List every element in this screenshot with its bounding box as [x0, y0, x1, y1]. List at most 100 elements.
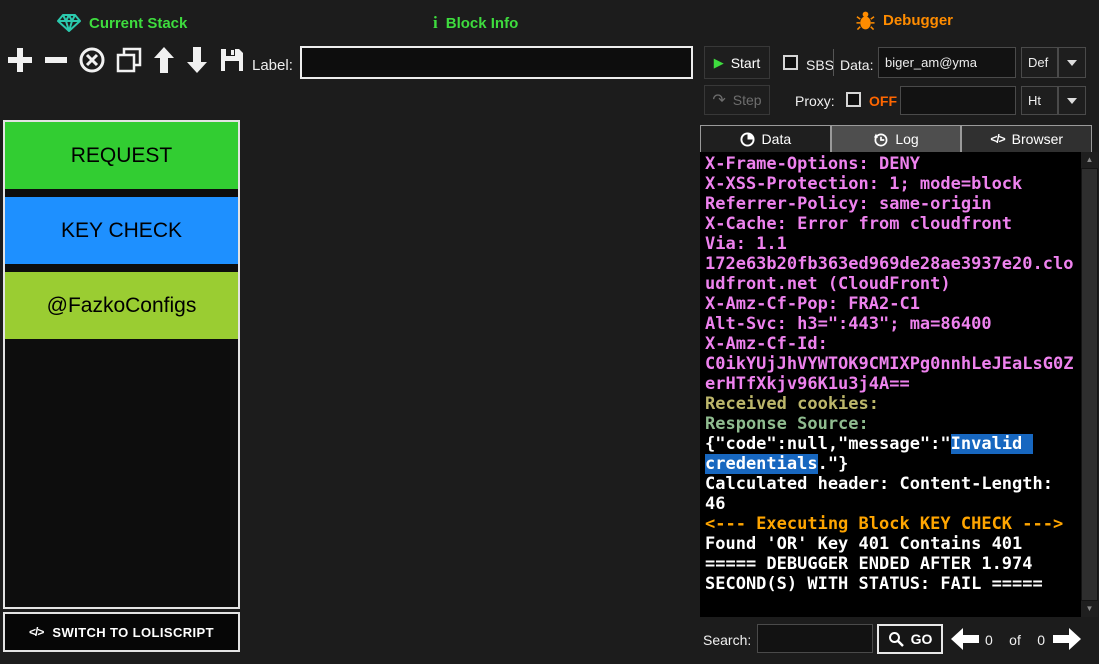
play-icon: ▶ [714, 55, 724, 71]
log-line: Found 'OR' Key 401 Contains 401 [705, 534, 1077, 554]
search-label: Search: [703, 632, 751, 648]
log-line: X-Cache: Error from cloudfront [705, 214, 1077, 234]
log-line: X-Amz-Cf-Id: C0ikYUjJhVYWTOK9CMIXPg0nnhL… [705, 334, 1077, 394]
add-block-button[interactable] [6, 46, 34, 74]
go-button-label: GO [911, 631, 933, 647]
log-line: Response Source: [705, 414, 1077, 434]
stack-block[interactable]: KEY CHECK [5, 197, 238, 264]
proxy-label: Proxy: [795, 93, 835, 109]
proxy-checkbox[interactable] [846, 92, 861, 107]
proxy-input[interactable] [900, 86, 1016, 115]
arrow-down-icon [185, 46, 209, 74]
debugger-tabs: Data Log </> Browser [700, 125, 1092, 152]
step-arrow-icon: ↷ [712, 90, 725, 110]
block-info-title: Block Info [446, 15, 519, 32]
code-icon: </> [990, 132, 1004, 146]
gem-icon [57, 13, 81, 33]
scroll-up-button[interactable]: ▲ [1081, 152, 1098, 168]
scrollbar-thumb[interactable] [1082, 169, 1097, 600]
disable-block-button[interactable] [78, 46, 106, 74]
sbs-checkbox[interactable] [783, 55, 798, 70]
tab-browser-label: Browser [1012, 131, 1063, 147]
log-line: X-Frame-Options: DENY [705, 154, 1077, 174]
stack-block-label: REQUEST [71, 144, 173, 168]
start-button[interactable]: ▶ Start [704, 46, 770, 79]
stack-block[interactable]: @FazkoConfigs [5, 272, 238, 339]
info-icon: i [433, 13, 438, 33]
debugger-title: Debugger [883, 12, 953, 29]
log-line: Alt-Svc: h3=":443"; ma=86400 [705, 314, 1077, 334]
arrow-left-icon [950, 627, 980, 651]
clone-icon [115, 46, 143, 74]
proxy-type-dropdown-button[interactable] [1058, 86, 1086, 115]
move-down-button[interactable] [185, 46, 209, 74]
stack-panel: REQUEST KEY CHECK @FazkoConfigs [3, 120, 240, 609]
search-icon [888, 631, 904, 647]
code-icon: </> [29, 625, 43, 639]
search-input[interactable] [757, 624, 873, 653]
step-button[interactable]: ↷ Step [704, 85, 770, 115]
chevron-down-icon [1067, 60, 1077, 66]
remove-block-button[interactable] [43, 46, 69, 74]
arrow-up-icon [152, 46, 176, 74]
openbullet-stacker-window: Current Stack i Block Info Debugger Labe… [0, 0, 1099, 664]
tab-browser[interactable]: </> Browser [961, 125, 1092, 152]
block-label-input[interactable] [300, 46, 693, 79]
result-of: of [1009, 632, 1021, 648]
step-button-label: Step [733, 92, 762, 108]
start-button-label: Start [731, 55, 761, 71]
save-icon [218, 46, 246, 74]
scroll-down-button[interactable]: ▼ [1081, 601, 1098, 617]
wordlist-type-dropdown-button[interactable] [1058, 47, 1086, 78]
stack-block[interactable]: REQUEST [5, 122, 238, 189]
search-result-counter: 0 of 0 [985, 632, 1045, 648]
arrow-right-icon [1052, 627, 1082, 651]
move-up-button[interactable] [152, 46, 176, 74]
log-line: {"code":null,"message":"Invalid credenti… [705, 434, 1077, 474]
wordlist-type-select[interactable]: Def [1021, 47, 1058, 78]
stack-toolbar [6, 46, 246, 74]
clone-block-button[interactable] [115, 46, 143, 74]
log-line: ===== DEBUGGER ENDED AFTER 1.974 SECOND(… [705, 554, 1077, 594]
chevron-down-icon [1067, 98, 1077, 104]
tab-log-label: Log [895, 131, 918, 147]
history-icon [873, 132, 888, 147]
switch-to-loliscript-button[interactable]: </> SWITCH TO LOLISCRIPT [3, 612, 240, 652]
log-line: <--- Executing Block KEY CHECK ---> [705, 514, 1077, 534]
circle-x-icon [78, 46, 106, 74]
log-scrollbar[interactable]: ▲ ▼ [1081, 152, 1098, 617]
wordlist-type-value: Def [1028, 55, 1048, 70]
stack-block-label: @FazkoConfigs [47, 294, 197, 318]
debugger-header: Debugger [856, 11, 953, 30]
current-stack-header: Current Stack [57, 13, 187, 33]
plus-icon [6, 46, 34, 74]
label-field-label: Label: [252, 57, 293, 74]
log-line: Received cookies: [705, 394, 1077, 414]
stack-block-label: KEY CHECK [61, 219, 182, 243]
proxy-type-value: Ht [1028, 93, 1041, 108]
divider [833, 49, 834, 76]
result-total: 0 [1037, 632, 1045, 648]
log-line: Referrer-Policy: same-origin [705, 194, 1077, 214]
tab-log[interactable]: Log [831, 125, 962, 152]
tab-data-label: Data [762, 131, 792, 147]
log-line: X-Amz-Cf-Pop: FRA2-C1 [705, 294, 1077, 314]
tab-data[interactable]: Data [700, 125, 831, 152]
next-result-button[interactable] [1052, 627, 1082, 651]
log-line: X-XSS-Protection: 1; mode=block [705, 174, 1077, 194]
result-current: 0 [985, 632, 993, 648]
current-stack-title: Current Stack [89, 15, 187, 32]
previous-result-button[interactable] [950, 627, 980, 651]
minus-icon [43, 46, 69, 74]
log-output[interactable]: X-Frame-Options: DENYX-XSS-Protection: 1… [700, 152, 1081, 617]
stack-list: REQUEST KEY CHECK @FazkoConfigs [5, 122, 238, 339]
bug-icon [856, 11, 875, 30]
switch-button-label: SWITCH TO LOLISCRIPT [52, 625, 214, 640]
log-line: Calculated header: Content-Length: 46 [705, 474, 1077, 514]
save-config-button[interactable] [218, 46, 246, 74]
proxy-type-select[interactable]: Ht [1021, 86, 1058, 115]
data-label: Data: [840, 57, 873, 73]
data-input[interactable] [878, 47, 1016, 78]
log-line: Via: 1.1 172e63b20fb363ed969de28ae3937e2… [705, 234, 1077, 294]
search-go-button[interactable]: GO [877, 624, 943, 654]
